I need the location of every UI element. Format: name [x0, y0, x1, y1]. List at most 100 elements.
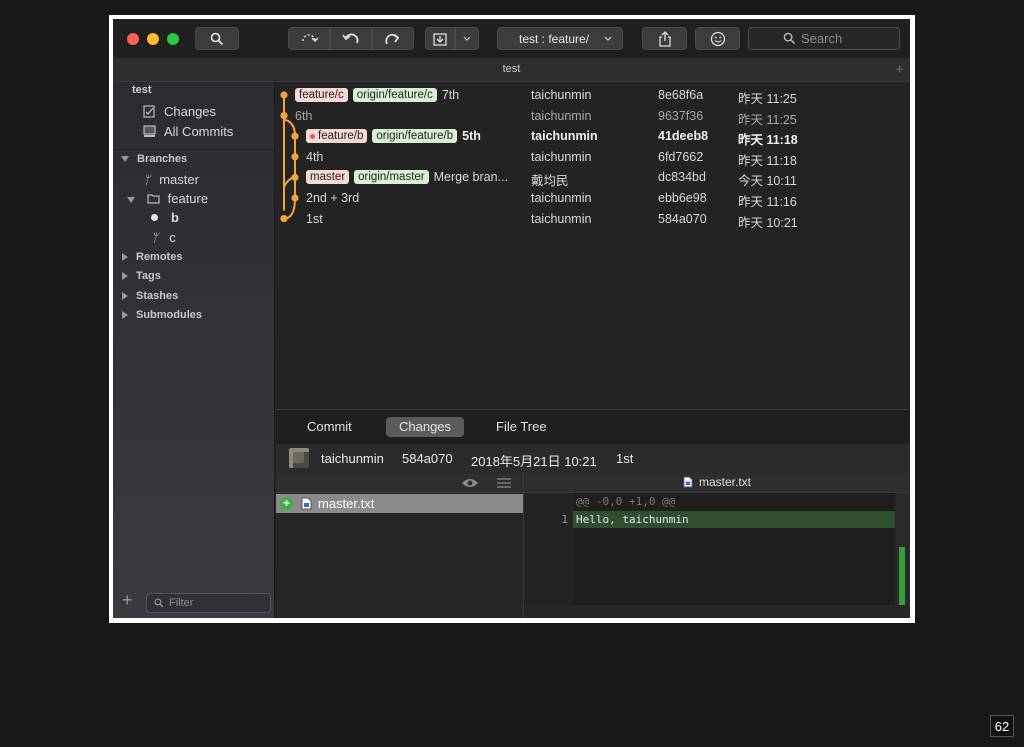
pull-button[interactable] — [330, 27, 372, 50]
tab-file-tree[interactable]: File Tree — [483, 417, 560, 437]
stash-menu-button[interactable] — [455, 27, 479, 50]
summary-date: 2018年5月21日 10:21 — [471, 454, 597, 469]
tag-label: master — [310, 171, 346, 184]
tag-label: feature/b — [318, 130, 364, 143]
commit-author: taichunmin — [531, 211, 592, 226]
disclosure-closed-icon — [122, 272, 128, 281]
sidebar-item-all-commits[interactable]: All Commits — [143, 124, 233, 139]
tag-label: feature/c — [299, 89, 344, 101]
sidebar-divider — [113, 149, 274, 150]
added-status-icon: + — [280, 497, 293, 510]
section-label: Tags — [136, 270, 161, 282]
commit-author: taichunmin — [531, 149, 592, 164]
commit-message-cell: feature/c origin/feature/c 7th — [295, 88, 459, 102]
branch-selector[interactable]: test : feature/ — [497, 27, 623, 50]
branch-label: b — [171, 210, 179, 225]
pull-icon — [342, 33, 359, 43]
stash-button[interactable] — [425, 27, 455, 50]
commit-author: taichunmin — [531, 129, 598, 144]
commit-row[interactable]: 4th taichunmin 6fd7662 昨天 11:18 — [276, 148, 910, 168]
branch-label: master — [159, 172, 199, 187]
new-tab-button[interactable]: + — [895, 58, 904, 81]
smiley-icon — [710, 31, 725, 46]
push-button[interactable] — [372, 27, 414, 50]
diff-view: master.txt 1 @@ -0,0 +1,0 @@ Hello, taic… — [524, 473, 910, 618]
emoji-button[interactable] — [695, 27, 740, 50]
search-toggle-button[interactable] — [195, 27, 239, 50]
eye-icon[interactable] — [461, 477, 479, 489]
commit-date: 昨天 11:16 — [738, 195, 797, 209]
chevron-down-icon — [463, 36, 471, 41]
sidebar-branch-master[interactable]: ᛘ master — [143, 172, 199, 187]
commit-author: taichunmin — [531, 191, 592, 205]
commit-date: 今天 10:11 — [738, 174, 797, 189]
commit-message-cell: feature/b origin/feature/b 5th — [306, 129, 481, 144]
disclosure-closed-icon — [122, 292, 128, 301]
branch-label: c — [169, 230, 176, 245]
disclosure-closed-icon — [122, 311, 128, 320]
commit-row[interactable]: master origin/master Merge bran... 戴均民 dc834… — [276, 168, 910, 188]
current-branch-dot-icon — [151, 214, 158, 221]
sidebar-repo-name: test — [132, 84, 152, 96]
sidebar-branch-b[interactable]: b — [151, 210, 179, 225]
commit-message: Merge bran... — [433, 170, 508, 185]
fetch-icon — [302, 33, 318, 42]
share-icon — [658, 30, 671, 47]
commit-message: 1st — [306, 211, 323, 226]
sidebar-item-changes[interactable]: Changes — [143, 104, 216, 119]
minimize-window-button[interactable] — [147, 33, 159, 45]
search-icon — [210, 32, 224, 45]
added-line: Hello, taichunmin — [573, 511, 895, 528]
diff-scrollbar[interactable] — [896, 493, 910, 605]
commit-message: 7th — [441, 88, 460, 102]
commit-row[interactable]: 1st taichunmin 584a070 昨天 10:21 — [276, 210, 910, 230]
commit-date: 昨天 11:25 — [738, 112, 797, 127]
file-row[interactable]: + master.txt — [276, 494, 523, 513]
line-number: 1 — [561, 513, 568, 526]
avatar — [289, 448, 309, 468]
commit-message: 2nd + 3rd — [306, 191, 360, 205]
fetch-button[interactable] — [288, 27, 330, 50]
page-number: 62 — [990, 715, 1014, 737]
hunk-header: @@ -0,0 +1,0 @@ — [576, 495, 676, 508]
remote-branch-tag: origin/master — [354, 170, 429, 185]
sidebar-item-label: Changes — [164, 104, 217, 119]
sidebar-section-submodules[interactable]: Submodules — [122, 309, 202, 321]
sidebar-folder-feature[interactable]: feature — [127, 191, 208, 206]
tab-changes[interactable]: Changes — [386, 417, 465, 437]
commit-row[interactable]: 6th taichunmin 9637f36 昨天 11:25 — [276, 107, 910, 127]
commit-row[interactable]: feature/b origin/feature/b 5th taichunmin 41… — [276, 127, 910, 147]
sidebar-section-branches[interactable]: Branches — [121, 153, 187, 165]
filter-input[interactable]: Filter — [146, 593, 271, 613]
stash-segment — [425, 27, 479, 50]
commit-row[interactable]: feature/c origin/feature/c 7th taichunmin 8e… — [276, 86, 910, 106]
diff-code[interactable]: @@ -0,0 +1,0 @@ Hello, taichunmin — [573, 493, 895, 605]
sidebar-branch-c[interactable]: ᛘc — [151, 230, 176, 245]
commit-date: 昨天 11:18 — [738, 133, 798, 148]
add-button[interactable]: + — [122, 590, 133, 611]
section-label: Stashes — [136, 290, 179, 302]
search-icon — [154, 598, 164, 608]
folder-icon — [147, 194, 160, 204]
share-button[interactable] — [642, 27, 687, 50]
close-window-button[interactable] — [127, 33, 139, 45]
sidebar-section-tags[interactable]: Tags — [122, 270, 161, 282]
list-icon[interactable] — [497, 478, 511, 488]
sidebar-section-remotes[interactable]: Remotes — [122, 251, 182, 263]
push-icon — [385, 33, 400, 44]
app-window: test : feature/ Search test + test Chang… — [113, 19, 910, 618]
local-branch-tag: master — [306, 170, 350, 185]
commit-summary: taichunmin 584a070 2018年5月21日 10:21 1st — [276, 444, 910, 473]
sidebar-section-stashes[interactable]: Stashes — [122, 290, 178, 302]
local-branch-tag: feature/b — [306, 129, 368, 144]
tab-commit[interactable]: Commit — [294, 417, 365, 437]
sidebar: test Changes All Commits Branches ᛘ maste… — [113, 82, 275, 618]
search-input[interactable]: Search — [748, 27, 900, 50]
zoom-window-button[interactable] — [167, 33, 179, 45]
section-label: Branches — [137, 153, 188, 165]
commit-message-cell: 2nd + 3rd — [306, 191, 359, 205]
window-title-bar: test + — [113, 58, 910, 82]
commit-author: taichunmin — [531, 108, 592, 123]
disclosure-open-icon — [121, 156, 129, 163]
commit-row[interactable]: 2nd + 3rd taichunmin ebb6e98 昨天 11:16 — [276, 189, 910, 209]
